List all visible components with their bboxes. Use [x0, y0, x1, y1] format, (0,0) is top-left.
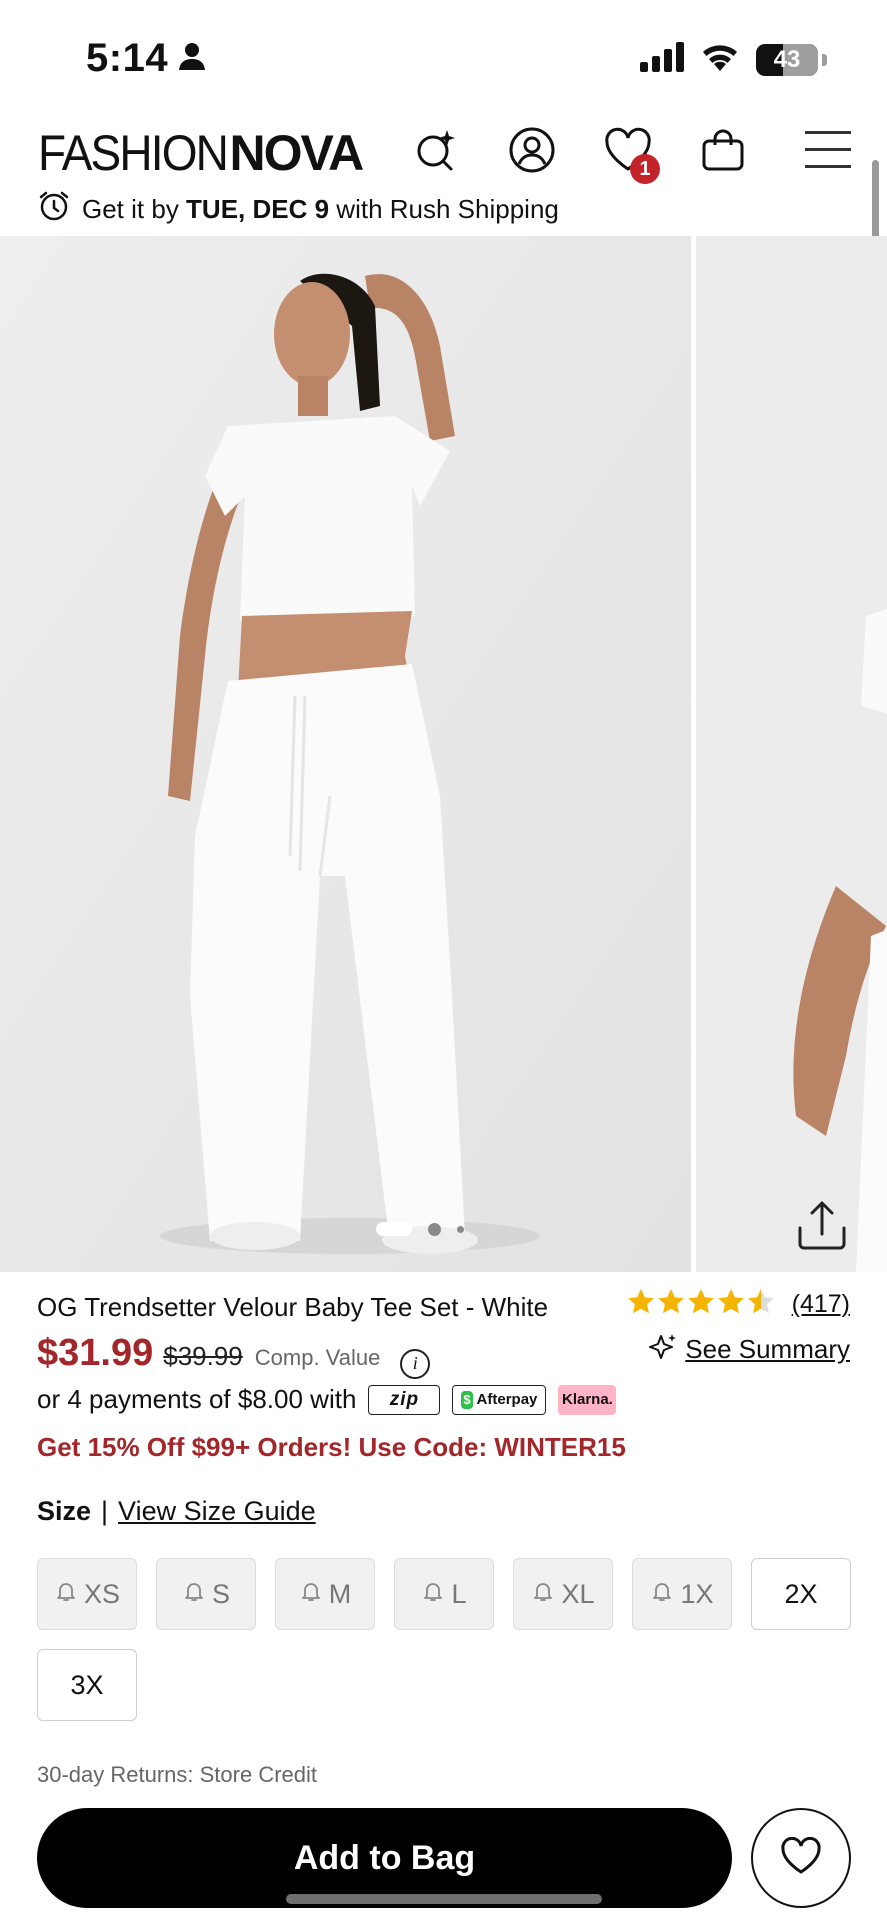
add-to-wishlist-button[interactable] [751, 1808, 851, 1908]
zip-payment-badge[interactable]: zip [368, 1384, 441, 1415]
wifi-icon [700, 42, 740, 77]
pagination-dot-active[interactable] [376, 1222, 412, 1236]
gallery-pagination[interactable] [376, 1222, 464, 1236]
product-title: OG Trendsetter Velour Baby Tee Set - Whi… [37, 1292, 549, 1322]
battery-level: 43 [773, 45, 801, 73]
installments-text: or 4 payments of $8.00 with [37, 1384, 357, 1414]
hamburger-menu-icon [803, 128, 853, 177]
info-icon[interactable]: i [400, 1348, 431, 1379]
battery-nub [822, 53, 827, 66]
size-option-m[interactable]: M [275, 1558, 375, 1630]
notify-bell-icon [650, 1579, 674, 1610]
size-guide-link[interactable]: View Size Guide [118, 1496, 316, 1527]
shipping-suffix: with Rush Shipping [329, 194, 559, 224]
sale-price: $31.99 [37, 1332, 154, 1374]
notify-bell-icon [54, 1579, 78, 1610]
shipping-banner: Get it by TUE, DEC 9 with Rush Shipping [38, 190, 559, 229]
sparkle-icon [649, 1332, 677, 1367]
star-rating-icons [626, 1288, 776, 1321]
star-icon [657, 1289, 684, 1314]
shopping-bag-button[interactable] [695, 124, 751, 180]
notify-bell-icon [182, 1579, 206, 1610]
shipping-date: TUE, DEC 9 [186, 194, 330, 224]
size-option-label: 1X [680, 1578, 714, 1609]
star-icon [717, 1289, 744, 1314]
logo-light-text: FASHION [38, 125, 229, 181]
size-option-xs[interactable]: XS [37, 1558, 137, 1630]
star-icon [747, 1289, 774, 1314]
afterpay-logo-icon: $ [461, 1390, 473, 1409]
afterpay-payment-badge[interactable]: $ Afterpay [452, 1384, 547, 1415]
logo-bold-text: NOVA [229, 125, 364, 181]
shipping-text: Get it by TUE, DEC 9 with Rush Shipping [82, 194, 559, 225]
size-option-label: S [211, 1578, 230, 1609]
size-option-l[interactable]: L [394, 1558, 494, 1630]
page-scrollbar[interactable] [872, 160, 879, 248]
original-price: $39.99 [163, 1341, 243, 1371]
home-indicator[interactable] [286, 1894, 602, 1904]
size-option-label: M [328, 1578, 352, 1609]
shipping-prefix: Get it by [82, 194, 187, 224]
alarm-clock-icon [38, 190, 70, 229]
see-summary-link[interactable]: See Summary [649, 1332, 850, 1367]
menu-button[interactable] [800, 124, 856, 180]
size-header: Size | View Size Guide [37, 1496, 316, 1527]
status-bar: 5:14 43 [0, 0, 887, 110]
returns-policy: 30-day Returns: Store Credit [37, 1762, 318, 1787]
next-photo-illustration [696, 236, 887, 1272]
see-summary-label: See Summary [685, 1334, 850, 1364]
product-photo-next-preview[interactable] [696, 236, 887, 1272]
shopping-bag-icon [700, 127, 746, 178]
size-option-label: 2X [784, 1578, 818, 1609]
wishlist-count-badge: 1 [630, 154, 660, 184]
pagination-dot[interactable] [457, 1225, 464, 1233]
star-icon [687, 1289, 714, 1314]
klarna-payment-badge[interactable]: Klarna. [558, 1384, 617, 1415]
size-option-3x[interactable]: 3X [37, 1649, 137, 1721]
size-option-2x[interactable]: 2X [751, 1558, 851, 1630]
star-icon [627, 1289, 654, 1314]
user-icon [508, 126, 556, 179]
product-photo-main[interactable] [0, 236, 691, 1272]
size-option-label: 3X [70, 1669, 104, 1700]
share-icon [794, 1201, 850, 1258]
size-separator: | [101, 1496, 109, 1526]
site-header: FASHION NOVA 1 Get it by TUE, DEC 9 with… [0, 110, 887, 230]
comp-value-label: Comp. Value [254, 1345, 381, 1370]
product-image-gallery[interactable] [0, 236, 887, 1272]
size-selector: XS S M L XL 1X 2X 3X [37, 1558, 851, 1721]
price-row: $31.99 $39.99 Comp. Value i [37, 1332, 431, 1379]
clock-time: 5:14 [86, 36, 169, 80]
size-option-s[interactable]: S [156, 1558, 256, 1630]
notify-bell-icon [421, 1579, 445, 1610]
status-indicators: 43 [640, 42, 827, 77]
promo-banner: Get 15% Off $99+ Orders! Use Code: WINTE… [37, 1432, 626, 1462]
signal-icon [640, 42, 684, 77]
size-option-label: L [451, 1578, 467, 1609]
heart-icon [780, 1836, 822, 1880]
status-time: 5:14 [86, 36, 206, 81]
installments-row: or 4 payments of $8.00 with zip $ Afterp… [37, 1384, 617, 1415]
battery-indicator: 43 [756, 43, 818, 76]
size-option-label: XL [561, 1578, 595, 1609]
share-button[interactable] [794, 1198, 854, 1258]
size-option-1x[interactable]: 1X [632, 1558, 732, 1630]
wishlist-button[interactable]: 1 [600, 124, 660, 184]
size-option-label: XS [83, 1578, 121, 1609]
review-count-link[interactable]: (417) [792, 1290, 850, 1319]
product-rating[interactable]: (417) [626, 1288, 850, 1321]
fashionnova-logo[interactable]: FASHION NOVA [38, 124, 364, 182]
sparkle-search-icon [413, 127, 459, 178]
size-option-xl[interactable]: XL [513, 1558, 613, 1630]
notify-bell-icon [299, 1579, 323, 1610]
model-photo-illustration [0, 236, 691, 1272]
person-icon [178, 36, 206, 81]
notify-bell-icon [531, 1579, 555, 1610]
afterpay-label: Afterpay [476, 1391, 538, 1408]
pagination-dot[interactable] [428, 1222, 441, 1236]
add-to-bag-button[interactable]: Add to Bag [37, 1808, 732, 1908]
ai-search-button[interactable] [408, 124, 464, 180]
account-button[interactable] [504, 124, 560, 180]
size-label: Size [37, 1496, 92, 1526]
